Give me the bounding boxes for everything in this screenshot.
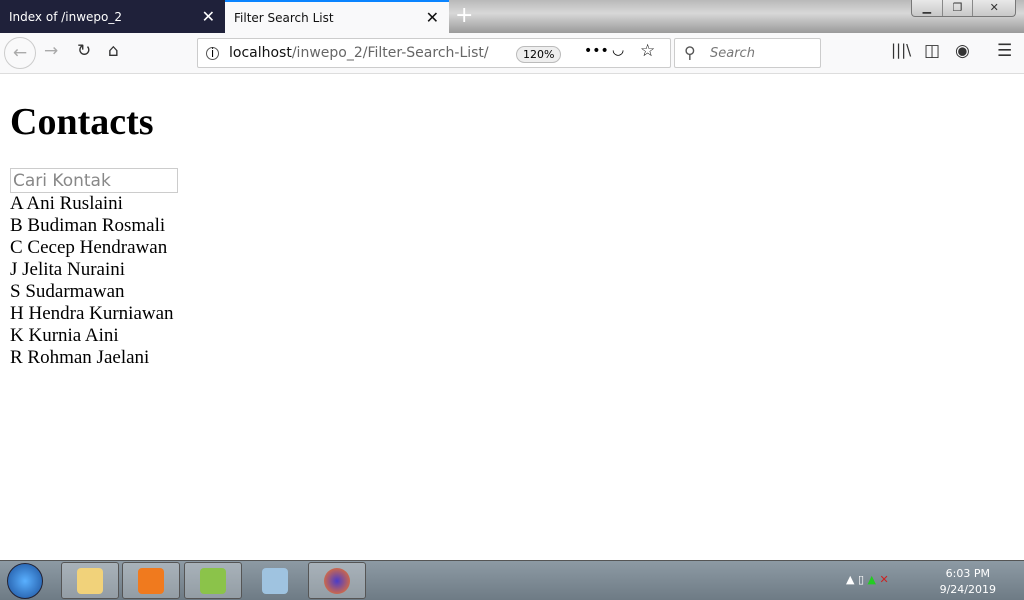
firefox-button[interactable] [308,562,366,599]
notepad-icon [200,567,226,594]
title-bar: Index of /inwepo_2 ✕ Filter Search List ✕ … [0,0,1024,33]
page-title: Contacts [10,101,154,143]
list-item: K Kurnia Aini [10,325,119,346]
list-item: C Cecep Hendrawan [10,237,168,258]
tab-label: Filter Search List [234,10,334,25]
time: 6:03 PM [945,567,990,580]
calculator-icon [262,567,288,594]
power-icon[interactable]: ▯ [858,573,864,586]
forward-button[interactable]: → [44,41,58,61]
start-button[interactable] [7,563,43,599]
taskbar: ▲ ▯ ▲ ✕ 6:03 PM 9/24/2019 [0,560,1024,600]
date: 9/24/2019 [939,583,996,596]
list-item: S Sudarmawan [10,281,125,302]
nav-bar: ← → ↻ ⌂ i localhost/inwepo_2/Filter-Sear… [0,33,1024,74]
xampp-button[interactable] [122,562,180,599]
sidebar-icon[interactable]: ◫ [924,41,940,61]
signal-icon[interactable]: ✕ [880,573,889,586]
back-button[interactable]: ← [4,37,36,69]
search-icon: ⚲ [684,43,696,62]
list-item: R Rohman Jaelani [10,347,150,368]
folder-icon [77,567,103,594]
library-icon[interactable]: |||\ [891,41,911,59]
tab-label: Index of /inwepo_2 [9,9,123,24]
home-button[interactable]: ⌂ [108,41,119,61]
account-icon[interactable]: ◉ [955,41,970,61]
search-input[interactable]: ⚲ Search [674,38,821,68]
calculator-button[interactable] [246,562,304,599]
page-actions-icon[interactable]: ••• [584,43,609,59]
new-tab-button[interactable]: + [455,3,473,28]
firefox-icon [324,567,350,594]
minimize-button[interactable]: ▁ [912,0,943,16]
info-icon[interactable]: i [206,46,219,60]
xampp-icon [138,567,164,594]
page-content: Contacts A Ani Ruslaini B Budiman Rosmal… [0,74,1024,369]
list-item: H Hendra Kurniawan [10,303,174,324]
list-item: B Budiman Rosmali [10,215,166,236]
url-path: /inwepo_2/Filter-Search-List/ [291,45,489,61]
close-window-button[interactable]: ✕ [973,0,1015,16]
notepadpp-button[interactable] [184,562,242,599]
zoom-level-button[interactable]: 120% [516,46,562,63]
contact-search-input[interactable] [10,168,178,193]
contact-list: A Ani Ruslaini B Budiman Rosmali C Cecep… [10,193,1014,369]
network-icon[interactable]: ▲ [868,573,876,586]
pocket-icon[interactable]: ◡ [612,42,624,58]
list-item: A Ani Ruslaini [10,193,123,214]
explorer-button[interactable] [61,562,119,599]
system-tray: ▲ ▯ ▲ ✕ [846,573,889,586]
search-placeholder: Search [710,46,755,61]
restore-button[interactable]: ❐ [943,0,974,16]
url-host: localhost [229,45,292,61]
menu-icon[interactable]: ☰ [997,41,1012,61]
show-hidden-icons[interactable]: ▲ [846,573,854,586]
close-tab-icon[interactable]: ✕ [426,8,439,27]
tab-filter-search-list[interactable]: Filter Search List ✕ [225,0,449,33]
bookmark-star-icon[interactable]: ☆ [640,41,655,61]
close-tab-icon[interactable]: ✕ [202,7,215,26]
url-bar[interactable]: i localhost/inwepo_2/Filter-Search-List/… [197,38,671,68]
clock[interactable]: 6:03 PM 9/24/2019 [940,566,996,598]
tab-index[interactable]: Index of /inwepo_2 ✕ [0,0,225,33]
reload-button[interactable]: ↻ [77,41,91,61]
list-item: J Jelita Nuraini [10,259,126,280]
